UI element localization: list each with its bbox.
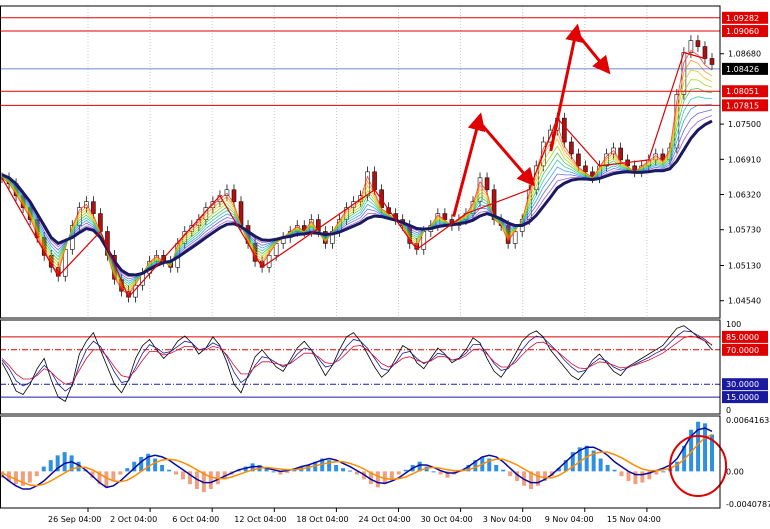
stoch-tick-label: 0	[726, 406, 731, 415]
macd-histogram-bar	[153, 458, 158, 472]
macd-histogram-bar	[167, 469, 172, 472]
time-tick-label: 9 Nov 04:00	[545, 515, 594, 524]
macd-histogram-bar	[703, 423, 708, 472]
time-tick-label: 6 Oct 04:00	[172, 515, 219, 524]
macd-histogram-bar	[334, 464, 339, 472]
macd-histogram-bar	[375, 471, 380, 488]
stoch-level-label: 70.0000	[726, 346, 759, 355]
price-level-label: 1.09282	[726, 14, 759, 23]
macd-tick-label: 0.0064163	[726, 416, 769, 425]
macd-tick-label: 0.00	[726, 467, 744, 476]
time-tick-label: 2 Oct 04:00	[110, 515, 157, 524]
price-tick-label: 1.06320	[728, 191, 761, 200]
macd-histogram-bar	[34, 471, 39, 477]
time-tick-label: 24 Oct 04:00	[359, 515, 411, 524]
price-tick-label: 1.05130	[728, 262, 761, 271]
macd-histogram-bar	[598, 458, 603, 472]
macd-histogram-bar	[62, 452, 67, 472]
stoch-level-label: 15.0000	[726, 393, 759, 402]
macd-histogram-bar	[612, 469, 617, 472]
macd-histogram-bar	[535, 471, 540, 486]
price-level-label: 1.07815	[726, 101, 759, 110]
candle-body	[484, 177, 490, 191]
time-tick-label: 18 Oct 04:00	[296, 515, 348, 524]
macd-histogram-bar	[271, 471, 276, 473]
stoch-tick-label: 100	[726, 320, 741, 329]
macd-histogram-bar	[208, 471, 213, 489]
price-tick-label: 1.04540	[728, 297, 761, 306]
macd-histogram-bar	[341, 468, 346, 472]
candle-body	[618, 147, 623, 161]
price-tick-label: 1.06910	[728, 155, 761, 164]
macd-histogram-bar	[125, 468, 130, 472]
macd-histogram-bar	[118, 471, 123, 475]
candle-body	[91, 201, 96, 214]
macd-histogram-bar	[619, 471, 624, 477]
macd-histogram-bar	[285, 471, 290, 473]
candle-body	[695, 40, 701, 47]
macd-histogram-bar	[139, 456, 144, 472]
stoch-level-label: 85.0000	[726, 333, 759, 342]
candle-body	[702, 46, 708, 59]
time-tick-label: 12 Oct 04:00	[234, 515, 286, 524]
macd-histogram-bar	[111, 471, 116, 481]
candle-body	[583, 165, 588, 173]
price-tick-label: 1.08680	[728, 50, 761, 59]
candle-body	[576, 153, 581, 167]
macd-histogram-bar	[174, 471, 179, 475]
candle-body	[709, 58, 715, 65]
macd-histogram-bar	[389, 471, 394, 480]
macd-histogram-bar	[431, 471, 436, 473]
stoch-level-label: 30.0000	[726, 380, 759, 389]
trading-chart-window: 1.08680 1.07500 1.06910 1.06320 1.05730 1.051…	[0, 0, 770, 525]
macd-histogram-bar	[48, 460, 53, 472]
candle-body	[562, 117, 567, 143]
time-tick-label: 3 Nov 04:00	[483, 515, 532, 524]
candle-body	[231, 189, 237, 202]
macd-tick-label: -0.0040787	[726, 500, 770, 509]
macd-histogram-bar	[160, 464, 165, 472]
macd-histogram-bar	[180, 471, 185, 480]
macd-histogram-bar	[501, 469, 506, 472]
macd-histogram-bar	[41, 466, 46, 472]
price-level-label: 1.09060	[726, 27, 759, 36]
candle-body	[372, 171, 377, 191]
macd-histogram-bar	[27, 471, 32, 483]
price-tick-label: 1.07500	[728, 120, 761, 129]
chart-canvas[interactable]: 1.08680 1.07500 1.06910 1.06320 1.05730 1.051…	[0, 0, 770, 525]
macd-histogram-bar	[348, 470, 353, 472]
macd-histogram-bar	[508, 471, 513, 477]
macd-histogram-bar	[661, 471, 666, 473]
macd-histogram-bar	[104, 471, 109, 488]
time-tick-label: 26 Sep 04:00	[48, 515, 101, 524]
candle-body	[569, 141, 574, 155]
current-price-label: 1.08426	[726, 65, 759, 74]
time-tick-label: 15 Nov 04:00	[607, 515, 661, 524]
time-tick-label: 30 Oct 04:00	[421, 515, 473, 524]
macd-histogram-bar	[396, 471, 401, 475]
macd-histogram-bar	[13, 471, 18, 485]
price-tick-label: 1.05730	[728, 226, 761, 235]
macd-histogram-bar	[605, 464, 610, 472]
macd-histogram-bar	[640, 471, 645, 483]
macd-histogram-bar	[494, 464, 499, 472]
price-level-label: 1.08051	[726, 87, 759, 96]
